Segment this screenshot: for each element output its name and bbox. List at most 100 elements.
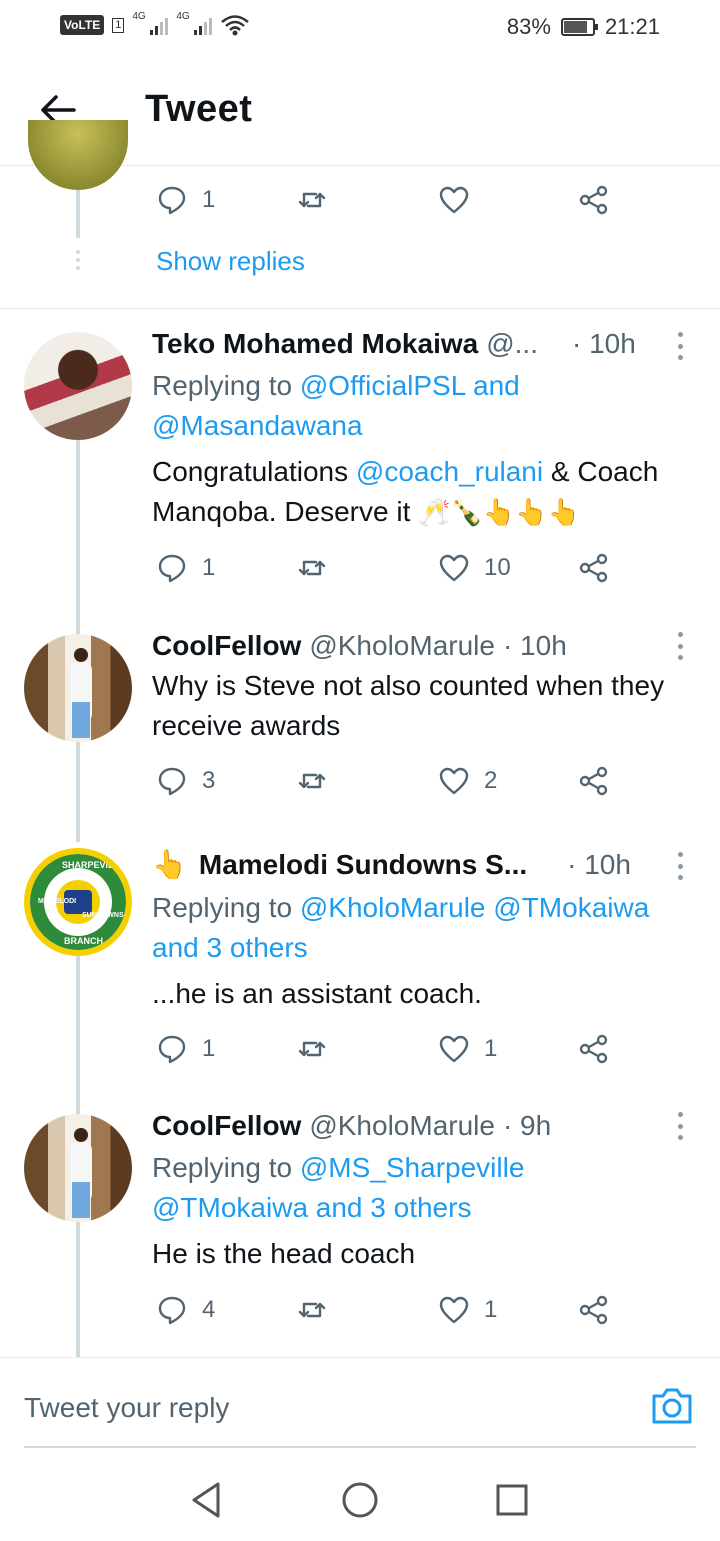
retweet-button[interactable]	[296, 1294, 328, 1326]
tweet-time: · 10h	[502, 630, 567, 661]
reply-input[interactable]: Tweet your reply	[24, 1392, 229, 1424]
tweet-time: · 10h	[567, 849, 631, 880]
reply-target-link[interactable]: @KholoMarule @TMokaiwa	[300, 892, 649, 923]
battery-percent: 83%	[506, 14, 551, 39]
reply-target-link[interactable]: and 3 others	[152, 932, 308, 963]
system-nav-bar	[0, 1450, 720, 1541]
share-button[interactable]	[578, 184, 610, 216]
retweet-icon	[298, 192, 326, 208]
display-name[interactable]: CoolFellow	[152, 1110, 301, 1142]
reply-count: 3	[202, 767, 216, 794]
crest-text-right: SUNDOWNS	[82, 912, 124, 919]
more-options-icon[interactable]	[676, 1112, 684, 1140]
thread-line	[76, 190, 80, 238]
avatar[interactable]: SHARPEVILLE MAMELODI SUNDOWNS BRANCH	[24, 848, 132, 956]
retweet-icon	[298, 1302, 326, 1318]
retweet-button[interactable]	[296, 765, 328, 797]
avatar[interactable]	[24, 634, 132, 742]
tweet-header: 👆 Mamelodi Sundowns S... · 10h	[152, 848, 631, 881]
heart-icon	[439, 1035, 469, 1063]
reply-target-link[interactable]: @MS_Sharpeville	[300, 1152, 525, 1183]
pointing-up-emoji: 👆	[152, 849, 187, 880]
tweet-header: CoolFellow @KholoMarule · 9h	[152, 1110, 551, 1142]
share-button[interactable]	[578, 1033, 610, 1065]
user-handle[interactable]: @KholoMarule	[309, 1110, 495, 1142]
share-button[interactable]	[578, 552, 610, 584]
reply-target-link[interactable]: @Masandawana	[152, 410, 363, 441]
show-replies-link[interactable]: Show replies	[156, 246, 305, 277]
circle-home-icon[interactable]	[340, 1480, 380, 1520]
tweet-actions: 4 1	[156, 1294, 626, 1330]
reply-icon	[158, 1296, 186, 1325]
like-button[interactable]: 1	[438, 1033, 497, 1065]
display-name[interactable]: CoolFellow	[152, 630, 301, 662]
tweet-time: · 10h	[571, 328, 636, 359]
reply-count: 4	[202, 1296, 216, 1323]
share-icon	[579, 766, 608, 796]
signal-icon-1: 4G	[132, 11, 169, 35]
reply-button[interactable]: 1	[156, 1033, 215, 1065]
user-handle[interactable]: @...	[486, 328, 538, 360]
retweet-button[interactable]	[296, 552, 328, 584]
retweet-button[interactable]	[296, 1033, 328, 1065]
reply-button[interactable]: 1	[156, 184, 215, 216]
like-count: 2	[484, 767, 498, 794]
network-type-1: 4G	[132, 11, 146, 22]
camera-icon[interactable]	[650, 1386, 694, 1426]
like-button[interactable]: 1	[438, 1294, 497, 1326]
heart-icon	[439, 186, 469, 214]
thread-dots	[76, 250, 80, 270]
retweet-icon	[298, 1041, 326, 1057]
tweet-actions: 3 2	[156, 765, 626, 801]
avatar[interactable]	[24, 1114, 132, 1222]
tweet-text-part: Congratulations	[152, 456, 349, 487]
retweet-button[interactable]	[296, 184, 328, 216]
tweet-actions: 1	[156, 184, 626, 220]
volte-badge: VoLTE	[60, 15, 105, 35]
avatar[interactable]	[24, 332, 132, 440]
mention-link[interactable]: @coach_rulani	[356, 456, 543, 487]
reply-button[interactable]: 1	[156, 552, 215, 584]
retweet-icon	[298, 560, 326, 576]
replying-to: Replying to @KholoMarule @TMokaiwa and 3…	[152, 888, 692, 968]
share-icon	[579, 553, 608, 583]
like-button[interactable]: 2	[438, 765, 497, 797]
display-name[interactable]: Teko Mohamed Mokaiwa	[152, 328, 478, 360]
display-name[interactable]: Mamelodi Sundowns S...	[199, 849, 527, 881]
reply-button[interactable]: 3	[156, 765, 215, 797]
like-button[interactable]	[438, 184, 470, 216]
like-count: 1	[484, 1035, 498, 1062]
network-type-2: 4G	[176, 11, 190, 22]
more-options-icon[interactable]	[676, 852, 684, 880]
page-title: Tweet	[145, 88, 253, 130]
reply-button[interactable]: 4	[156, 1294, 215, 1326]
square-recents-icon[interactable]	[492, 1480, 532, 1520]
share-icon	[579, 185, 608, 215]
heart-icon	[439, 554, 469, 582]
clock: 21:21	[604, 14, 660, 39]
replying-to-label: Replying to	[152, 1152, 293, 1183]
reply-target-link[interactable]: @TMokaiwa and 3 others	[152, 1192, 471, 1223]
retweet-icon	[298, 773, 326, 789]
like-button[interactable]: 10	[438, 552, 511, 584]
avatar[interactable]	[28, 120, 128, 190]
share-button[interactable]	[578, 765, 610, 797]
thread-line	[76, 742, 80, 842]
status-bar-left: VoLTE 1 4G 4G	[60, 11, 250, 36]
triangle-back-icon[interactable]	[186, 1480, 226, 1520]
share-button[interactable]	[578, 1294, 610, 1326]
signal-icon-2: 4G	[176, 11, 213, 35]
like-count: 10	[484, 554, 511, 581]
thread-line	[76, 956, 80, 1116]
user-handle[interactable]: @KholoMarule	[309, 630, 495, 662]
replying-to: Replying to @OfficialPSL and @Masandawan…	[152, 366, 692, 446]
like-count: 1	[484, 1296, 498, 1323]
more-options-icon[interactable]	[676, 332, 684, 360]
more-options-icon[interactable]	[676, 632, 684, 660]
thread-line	[76, 440, 80, 640]
reply-target-link[interactable]: @OfficialPSL and	[300, 370, 520, 401]
reply-icon	[158, 186, 186, 215]
replying-to-label: Replying to	[152, 892, 293, 923]
reply-icon	[158, 1035, 186, 1064]
crest-text-top: SHARPEVILLE	[62, 860, 126, 870]
